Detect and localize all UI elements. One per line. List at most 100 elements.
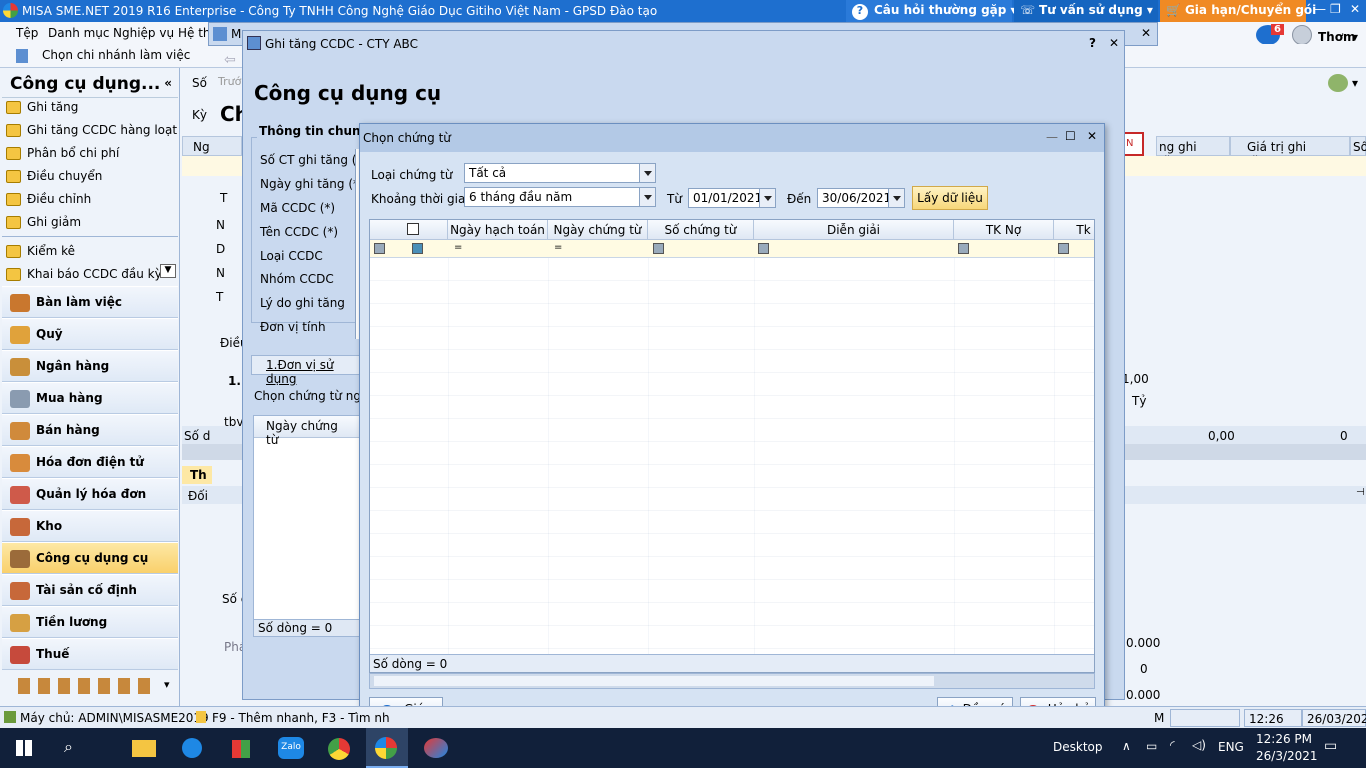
minimize-icon[interactable]: — <box>1046 130 1058 144</box>
pin-icon[interactable]: ⊣ <box>1356 487 1365 498</box>
module-shortcut-icons[interactable] <box>18 678 158 694</box>
folder-icon <box>6 101 21 114</box>
fetch-data-button[interactable]: Lấy dữ liệu <box>912 186 988 210</box>
to-date-field[interactable]: 30/06/2021 <box>817 188 905 208</box>
module-tien-luong[interactable]: Tiền lương <box>2 606 178 638</box>
filter-icon[interactable] <box>1058 243 1069 254</box>
chevron-down-icon[interactable]: ▾ <box>164 678 170 691</box>
module-ngan-hang[interactable]: Ngân hàng <box>2 350 178 382</box>
desktop-label[interactable]: Desktop <box>1053 740 1103 754</box>
nav-item-ghi-tang-hang-loat[interactable]: Ghi tăng CCDC hàng loạt <box>6 123 177 145</box>
notification-center-icon[interactable]: ▭ <box>1324 738 1337 754</box>
chevron-down-icon[interactable] <box>639 164 655 182</box>
close-icon[interactable]: ✕ <box>1350 2 1360 16</box>
support-button[interactable]: ☏ Tư vấn sử dụng ▾ <box>1014 0 1158 22</box>
module-ban-hang[interactable]: Bán hàng <box>2 414 178 446</box>
module-quy[interactable]: Quỹ <box>2 318 178 350</box>
select-all-checkbox[interactable] <box>406 223 419 235</box>
module-hoa-don-dien-tu[interactable]: Hóa đơn điện tử <box>2 446 178 478</box>
scroll-thumb[interactable] <box>374 676 934 686</box>
collapse-icon[interactable]: « <box>164 76 172 90</box>
nav-item-dieu-chinh[interactable]: Điều chỉnh <box>6 192 91 214</box>
window-titlebar: MISA SME.NET 2019 R16 Enterprise - Công … <box>0 0 1366 22</box>
branch-select[interactable]: Chọn chi nhánh làm việc <box>42 48 190 62</box>
chevron-up-icon[interactable]: ∧ <box>1122 739 1131 753</box>
folder-icon <box>6 170 21 183</box>
calendar-dropdown-icon[interactable] <box>759 189 775 207</box>
volume-icon[interactable]: ◁) <box>1192 738 1206 752</box>
edge-icon[interactable] <box>182 738 202 758</box>
scroll-down-icon[interactable]: ▼ <box>160 264 176 278</box>
module-tai-san-co-dinh[interactable]: Tài sản cố định <box>2 574 178 606</box>
col-so-chung-tu[interactable]: Số chứng từ <box>648 220 754 240</box>
close-icon[interactable]: ✕ <box>1141 26 1151 40</box>
equals-icon[interactable]: = <box>554 242 562 253</box>
source-col-ngay-chung-tu[interactable]: Ngày chứng từ <box>254 416 360 447</box>
col-dien-giai[interactable]: Diễn giải <box>754 220 954 240</box>
nav-item-phan-bo[interactable]: Phân bổ chi phí <box>6 146 119 168</box>
doc-type-select[interactable]: Tất cả <box>464 163 656 183</box>
wifi-icon[interactable]: ◜ <box>1170 738 1175 752</box>
windows-start-icon[interactable] <box>16 740 32 756</box>
store-icon[interactable] <box>232 740 250 758</box>
close-icon[interactable]: ✕ <box>1109 36 1119 50</box>
module-quan-ly-hoa-don[interactable]: Quản lý hóa đơn <box>2 478 178 510</box>
col-tk[interactable]: Tk <box>1054 220 1094 240</box>
avatar[interactable] <box>1292 25 1312 45</box>
chevron-down-icon[interactable] <box>639 188 655 206</box>
module-ban-lam-viec[interactable]: Bàn làm việc <box>2 286 178 318</box>
nav-item-ghi-tang[interactable]: Ghi tăng <box>6 100 78 122</box>
close-icon[interactable]: ✕ <box>1087 129 1097 143</box>
menu-catalog[interactable]: Danh mục <box>48 26 110 40</box>
module-kho[interactable]: Kho <box>2 510 178 542</box>
module-cong-cu-dung-cu[interactable]: Công cụ dụng cụ <box>2 542 178 574</box>
filter-icon[interactable] <box>412 243 423 254</box>
user-name[interactable]: Thơm <box>1318 30 1355 44</box>
chevron-down-icon[interactable]: ▾ <box>1352 30 1358 44</box>
zalo-icon[interactable]: Zalo <box>278 737 304 759</box>
filter-icon[interactable] <box>758 243 769 254</box>
calendar-dropdown-icon[interactable] <box>888 189 904 207</box>
menu-operations[interactable]: Nghiệp vụ <box>113 26 174 40</box>
from-date-field[interactable]: 01/01/2021 <box>688 188 776 208</box>
file-explorer-icon[interactable] <box>132 740 156 757</box>
settings-gear-icon[interactable] <box>1328 74 1348 92</box>
renew-button[interactable]: 🛒 Gia hạn/Chuyển gói <box>1160 0 1316 22</box>
module-mua-hang[interactable]: Mua hàng <box>2 382 178 414</box>
maximize-icon[interactable]: ☐ <box>1065 129 1076 143</box>
search-icon[interactable]: ⌕ <box>64 737 73 757</box>
nav-item-dieu-chuyen[interactable]: Điều chuyển <box>6 169 102 191</box>
nav-item-ghi-giam[interactable]: Ghi giảm <box>6 215 81 237</box>
col-ngay-hach-toan[interactable]: Ngày hạch toán <box>448 220 548 240</box>
faq-button[interactable]: ?Câu hỏi thường gặp ▾ <box>846 0 1017 22</box>
cart-icon: 🛒 <box>1166 3 1181 17</box>
filter-icon[interactable] <box>374 243 385 254</box>
module-thue[interactable]: Thuế <box>2 638 178 670</box>
help-icon[interactable]: ? <box>1089 36 1096 50</box>
clock-date[interactable]: 26/3/2021 <box>1256 749 1318 763</box>
nav-item-kiem-ke[interactable]: Kiểm kê <box>6 244 75 266</box>
filter-icon[interactable] <box>958 243 969 254</box>
app-icon[interactable] <box>424 738 448 758</box>
period-select[interactable]: 6 tháng đầu năm <box>464 187 656 207</box>
restore-icon[interactable]: ❐ <box>1330 2 1341 16</box>
col-tk-no[interactable]: TK Nợ <box>954 220 1054 240</box>
tab-don-vi-su-dung[interactable]: 1.Đơn vị sử dụng <box>251 355 361 386</box>
col-ngay-chung-tu[interactable]: Ngày chứng từ <box>548 220 648 240</box>
minimize-icon[interactable]: — <box>1314 2 1326 16</box>
bg-total1: 0,00 <box>1208 429 1235 443</box>
filter-row[interactable]: = = <box>370 240 1094 258</box>
menu-system[interactable]: Hệ th <box>178 26 211 40</box>
chrome-icon[interactable] <box>328 738 350 760</box>
language-indicator[interactable]: ENG <box>1218 740 1244 754</box>
hint-icon <box>196 711 206 723</box>
misa-taskbar-button[interactable] <box>366 728 408 768</box>
menu-file[interactable]: Tệp <box>16 26 38 40</box>
filter-icon[interactable] <box>653 243 664 254</box>
network-icon[interactable]: ▭ <box>1146 739 1157 753</box>
equals-icon[interactable]: = <box>454 242 462 253</box>
horizontal-scrollbar[interactable] <box>369 673 1095 689</box>
clock-time[interactable]: 12:26 PM <box>1256 732 1312 746</box>
back-arrow-icon[interactable]: ⇦ <box>224 52 236 68</box>
chevron-down-icon[interactable]: ▾ <box>1352 76 1358 90</box>
